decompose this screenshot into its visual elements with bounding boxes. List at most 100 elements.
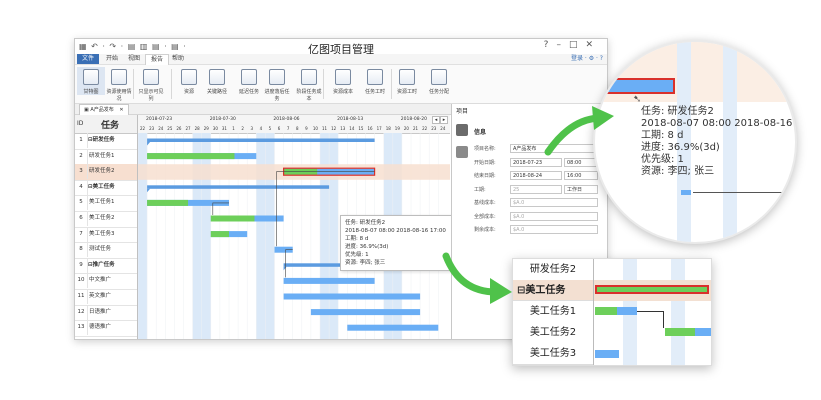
day-label: 15 <box>358 126 364 131</box>
table-row[interactable]: 10 中文推广 <box>75 273 137 290</box>
zoom-row: 美工任务2 <box>513 322 593 344</box>
ribbon-button-1[interactable]: 甘特图 <box>77 67 105 95</box>
day-label: 19 <box>394 126 400 131</box>
task-name: 美工任务1 <box>89 199 115 206</box>
info-section-title: 信息 <box>474 129 487 136</box>
cursor-icon: ➷ <box>633 94 642 105</box>
task-name: 美工任务3 <box>89 230 115 237</box>
week-label: 2018-08-06 <box>273 117 300 122</box>
ribbon-button-3[interactable]: 只显示可见列 <box>137 67 165 102</box>
help-icon[interactable]: ? <box>544 40 557 50</box>
unit-select[interactable]: 工作日 <box>564 184 598 194</box>
day-label: 20 <box>403 126 409 131</box>
menu-home[interactable]: 开始 <box>101 54 123 64</box>
task-name: 测试任务 <box>89 246 112 253</box>
table-row[interactable]: 5 美工任务1 <box>75 195 137 212</box>
property-field[interactable]: 2018-08-24 <box>510 171 562 180</box>
close-tab-icon[interactable]: ✕ <box>119 107 123 113</box>
ribbon-icon <box>181 69 197 85</box>
info-icon[interactable] <box>456 124 468 136</box>
menu-report[interactable]: 报告 <box>145 54 170 65</box>
zoom-callout-tooltip: ➷ 任务: 研发任务2 2018-08-07 08:00 2018-08-16 … <box>593 40 797 244</box>
property-field[interactable]: $A.0 <box>510 211 598 221</box>
ribbon-button-label: 资源工时 <box>396 89 417 95</box>
minimize-icon[interactable]: – <box>556 40 569 50</box>
ribbon-button-12[interactable]: 任务分配 <box>425 67 453 95</box>
day-label: 28 <box>194 126 200 131</box>
table-row[interactable]: 9 ⊟推广任务 <box>75 257 137 275</box>
ribbon-button-2[interactable]: 资源使用情况 <box>105 67 133 102</box>
ribbon-button-6[interactable]: 延迟任务 <box>235 67 263 95</box>
day-label: 6 <box>277 126 281 131</box>
row-id: 12 <box>75 304 88 320</box>
table-row[interactable]: 7 美工任务3 <box>75 226 137 244</box>
ribbon-button-7[interactable]: 进度落后任务 <box>263 67 291 102</box>
day-label: 3 <box>250 126 253 131</box>
task-name: 研发任务1 <box>89 152 115 159</box>
day-label: 11 <box>322 126 328 131</box>
zoom-dependency-line <box>637 311 663 312</box>
zoom-bar-fragment <box>681 190 691 195</box>
property-field[interactable]: 25 <box>510 184 562 194</box>
row-id: 3 <box>75 164 88 180</box>
ribbon-separator <box>133 69 134 99</box>
table-row[interactable]: 4 ⊟美工任务 <box>75 179 137 197</box>
ribbon-icon <box>269 69 285 85</box>
table-row[interactable]: 8 测试任务 <box>75 242 137 259</box>
ribbon-button-label: 任务工时 <box>364 89 385 95</box>
row-id: 10 <box>75 273 88 289</box>
timeline-next-button[interactable]: ▸ <box>440 116 448 124</box>
task-name: 美工任务2 <box>89 215 115 221</box>
window-controls[interactable]: ?–□✕ <box>544 40 601 50</box>
table-row[interactable]: 12 日语推广 <box>75 304 137 322</box>
table-row[interactable]: 2 研发任务1 <box>75 148 137 166</box>
maximize-icon[interactable]: □ <box>569 40 586 50</box>
menu-file[interactable]: 文件 <box>77 54 100 64</box>
weekend-column <box>192 133 202 339</box>
summary-bar-cap <box>283 266 287 271</box>
zoom-tooltip-text: 任务: 研发任务2 2018-08-07 08:00 2018-08-16 工期… <box>641 106 792 178</box>
table-row[interactable]: 1 ⊟研发任务 <box>75 133 137 150</box>
property-field[interactable]: $A.0 <box>510 225 598 234</box>
table-row[interactable]: 6 美工任务2 <box>75 211 137 228</box>
row-id: 5 <box>75 195 88 211</box>
task-name: 日语推广 <box>89 308 112 315</box>
ribbon-button-11[interactable]: 资源工时 <box>393 67 421 95</box>
timeline-prev-button[interactable]: ◂ <box>432 116 440 124</box>
row-id: 9 <box>75 257 88 273</box>
ribbon-button-4[interactable]: 资源 <box>175 67 203 95</box>
ribbon-button-8[interactable]: 阶段任务成本 <box>295 67 323 102</box>
arrow-to-zoom-bottom <box>442 252 512 304</box>
id-column-header[interactable]: ID <box>77 120 83 127</box>
property-field[interactable]: $A.0 <box>510 198 598 207</box>
week-label: 2018-08-20 <box>400 117 427 122</box>
ribbon-button-9[interactable]: 资源成本 <box>329 67 357 95</box>
menu-view[interactable]: 视图 <box>123 54 145 64</box>
ribbon-icon <box>111 69 127 85</box>
table-row[interactable]: 3 研发任务2 <box>75 164 137 181</box>
ribbon-icon <box>241 69 257 85</box>
zoom-task-bar <box>595 78 675 94</box>
property-label: 全部成本: <box>474 213 496 220</box>
task-name: ⊟推广任务 <box>88 261 115 268</box>
day-label: 22 <box>422 126 428 131</box>
row-id: 1 <box>75 133 88 148</box>
zoom-dependency-line <box>663 311 664 328</box>
table-row[interactable]: 13 德语推广 <box>75 320 137 337</box>
ribbon-separator <box>391 69 392 99</box>
calendar-icon[interactable] <box>456 146 468 158</box>
time-field[interactable]: 16:00 <box>564 171 598 180</box>
task-column-header[interactable]: 任务 <box>101 118 119 131</box>
ribbon-button-label: 资源 <box>183 89 194 95</box>
ribbon-button-5[interactable]: 关键路径 <box>203 67 231 95</box>
menu-help[interactable]: 帮助 <box>167 54 189 64</box>
document-tab[interactable]: ▣ A产品发布 ✕ <box>79 104 129 115</box>
ribbon-button-10[interactable]: 任务工时 <box>361 67 389 95</box>
table-row[interactable]: 11 英文推广 <box>75 289 137 306</box>
day-label: 14 <box>349 126 355 131</box>
day-label: 27 <box>185 126 191 131</box>
zoom-bar-art1-rest <box>617 307 637 315</box>
day-label: 9 <box>305 126 308 131</box>
day-label: 2 <box>241 126 244 131</box>
task-bar <box>283 277 375 284</box>
